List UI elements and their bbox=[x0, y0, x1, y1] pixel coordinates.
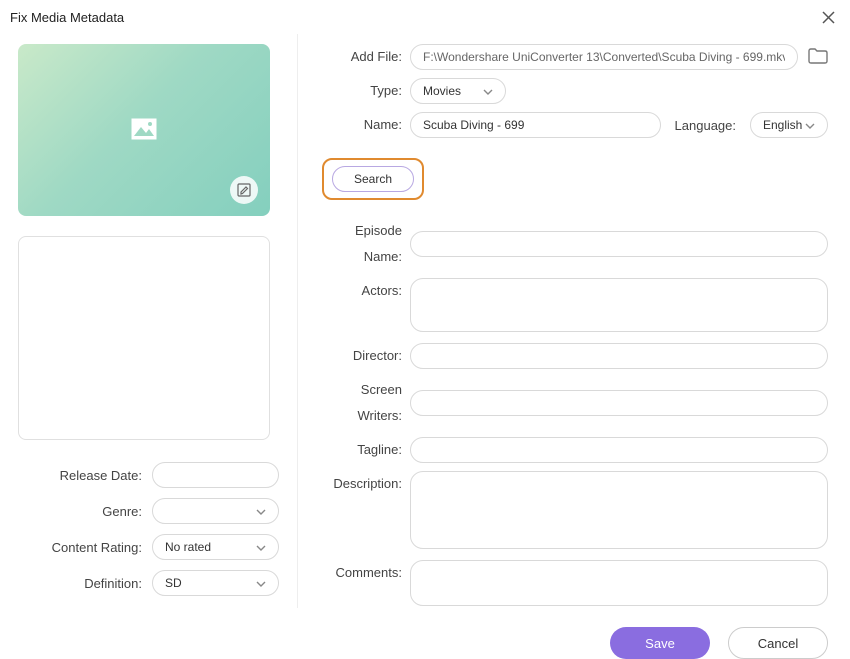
chevron-down-icon bbox=[256, 576, 266, 590]
type-select[interactable]: Movies bbox=[410, 78, 506, 104]
director-label: Director: bbox=[314, 343, 410, 369]
chevron-down-icon bbox=[256, 540, 266, 554]
chevron-down-icon bbox=[483, 84, 493, 98]
description-label: Description: bbox=[314, 471, 410, 497]
tagline-input[interactable] bbox=[410, 437, 828, 463]
language-label: Language: bbox=[675, 118, 736, 133]
save-button[interactable]: Save bbox=[610, 627, 710, 659]
media-thumbnail bbox=[18, 44, 270, 216]
chevron-down-icon bbox=[805, 118, 815, 132]
language-value: English bbox=[763, 118, 802, 132]
add-file-input[interactable] bbox=[410, 44, 798, 70]
episode-name-label: Episode Name: bbox=[314, 218, 410, 270]
actors-label: Actors: bbox=[314, 278, 410, 304]
director-input[interactable] bbox=[410, 343, 828, 369]
preview-box bbox=[18, 236, 270, 440]
episode-name-input[interactable] bbox=[410, 231, 828, 257]
comments-input[interactable] bbox=[410, 560, 828, 606]
chevron-down-icon bbox=[256, 504, 266, 518]
edit-thumbnail-button[interactable] bbox=[230, 176, 258, 204]
type-label: Type: bbox=[314, 78, 410, 104]
name-input[interactable] bbox=[410, 112, 661, 138]
add-file-label: Add File: bbox=[314, 44, 410, 70]
content-rating-value: No rated bbox=[165, 540, 211, 554]
content-rating-label: Content Rating: bbox=[18, 540, 152, 555]
release-date-label: Release Date: bbox=[18, 468, 152, 483]
comments-label: Comments: bbox=[314, 560, 410, 586]
close-icon[interactable] bbox=[821, 10, 836, 25]
screen-writers-input[interactable] bbox=[410, 390, 828, 416]
folder-icon[interactable] bbox=[808, 48, 828, 67]
screen-writers-label: Screen Writers: bbox=[314, 377, 410, 429]
image-placeholder-icon bbox=[131, 118, 157, 143]
content-rating-select[interactable]: No rated bbox=[152, 534, 279, 560]
tagline-label: Tagline: bbox=[314, 437, 410, 463]
cancel-button[interactable]: Cancel bbox=[728, 627, 828, 659]
search-button[interactable]: Search bbox=[332, 166, 414, 192]
definition-select[interactable]: SD bbox=[152, 570, 279, 596]
release-date-input[interactable] bbox=[152, 462, 279, 488]
type-value: Movies bbox=[423, 84, 461, 98]
definition-value: SD bbox=[165, 576, 182, 590]
name-label: Name: bbox=[314, 112, 410, 138]
genre-select[interactable] bbox=[152, 498, 279, 524]
language-select[interactable]: English bbox=[750, 112, 828, 138]
actors-input[interactable] bbox=[410, 278, 828, 332]
genre-label: Genre: bbox=[18, 504, 152, 519]
definition-label: Definition: bbox=[18, 576, 152, 591]
description-input[interactable] bbox=[410, 471, 828, 549]
search-highlight: Search bbox=[322, 158, 424, 200]
window-title: Fix Media Metadata bbox=[10, 10, 124, 25]
